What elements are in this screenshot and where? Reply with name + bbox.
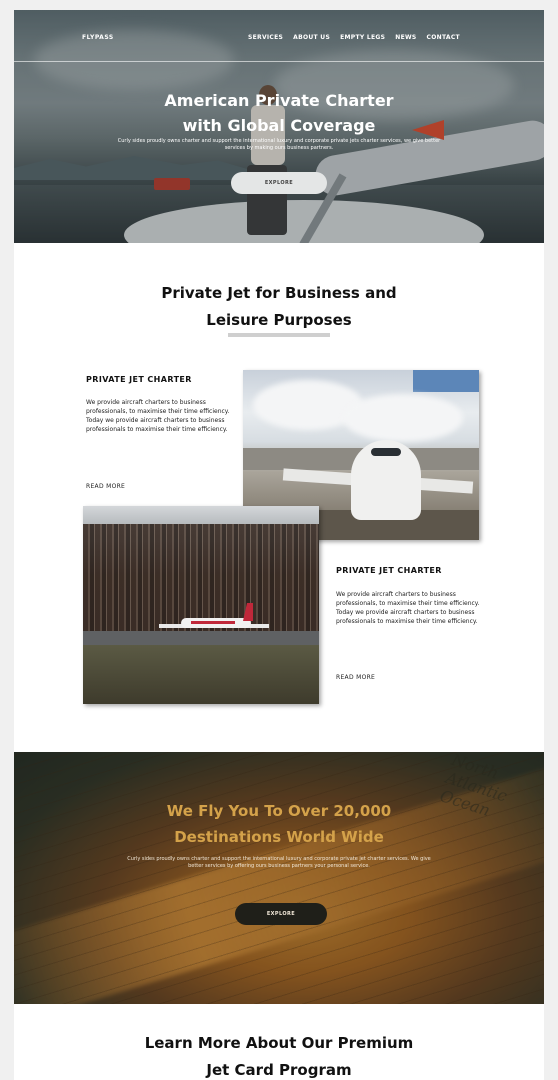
- card1-heading: PRIVATE JET CHARTER: [86, 375, 192, 384]
- nav-link-contact[interactable]: CONTACT: [427, 34, 460, 41]
- page: FLYPASS SERVICES ABOUT US EMPTY LEGS NEW…: [14, 10, 544, 1080]
- grass-field: [83, 645, 319, 704]
- small-plane-image: [83, 506, 319, 704]
- nav-link-news[interactable]: NEWS: [395, 34, 416, 41]
- plane-stripe: [191, 621, 235, 624]
- title-underline: [228, 333, 330, 337]
- services-title: Private Jet for Business and Leisure Pur…: [14, 280, 544, 334]
- nav-link-about-us[interactable]: ABOUT US: [293, 34, 330, 41]
- card2-read-more-link[interactable]: READ MORE: [336, 674, 375, 681]
- destinations-subtitle: Curly sides proudly owns charter and sup…: [127, 856, 431, 869]
- hero-title-line1: American Private Charter: [164, 91, 394, 110]
- hero-subtitle: Curly sides proudly owns charter and sup…: [117, 138, 441, 151]
- jet-card-title: Learn More About Our Premium Jet Card Pr…: [14, 1030, 544, 1080]
- runway: [83, 631, 319, 645]
- jet-card-title-line1: Learn More About Our Premium: [144, 1034, 414, 1052]
- hero-explore-button[interactable]: EXPLORE: [231, 172, 327, 194]
- destinations-title-line1: We Fly You To Over 20,000: [166, 802, 392, 820]
- nav-link-empty-legs[interactable]: EMPTY LEGS: [340, 34, 385, 41]
- services-title-line1: Private Jet for Business and: [161, 284, 397, 302]
- jet-cockpit: [371, 448, 401, 456]
- destinations-explore-button[interactable]: EXPLORE: [235, 903, 327, 925]
- destinations-title: We Fly You To Over 20,000 Destinations W…: [14, 798, 544, 850]
- nav-link-services[interactable]: SERVICES: [248, 34, 283, 41]
- top-nav: FLYPASS SERVICES ABOUT US EMPTY LEGS NEW…: [14, 10, 544, 62]
- destinations-title-line2: Destinations World Wide: [174, 828, 384, 846]
- sky-patch: [413, 370, 479, 392]
- hero-title-line2: with Global Coverage: [182, 116, 376, 135]
- destinations-section: North Atlantic Ocean We Fly You To Over …: [14, 752, 544, 1004]
- services-title-line2: Leisure Purposes: [206, 311, 352, 329]
- brand-logo[interactable]: FLYPASS: [82, 34, 114, 41]
- card2-text: We provide aircraft charters to business…: [336, 591, 480, 625]
- nav-links: SERVICES ABOUT US EMPTY LEGS NEWS CONTAC…: [248, 34, 460, 41]
- cloud: [343, 394, 463, 442]
- card1-read-more-link[interactable]: READ MORE: [86, 483, 125, 490]
- hero-title: American Private Charter with Global Cov…: [14, 88, 544, 138]
- card1-text: We provide aircraft charters to business…: [86, 399, 230, 433]
- hero-section: FLYPASS SERVICES ABOUT US EMPTY LEGS NEW…: [14, 10, 544, 243]
- jet-card-title-line2: Jet Card Program: [206, 1061, 352, 1079]
- card2-heading: PRIVATE JET CHARTER: [336, 566, 442, 575]
